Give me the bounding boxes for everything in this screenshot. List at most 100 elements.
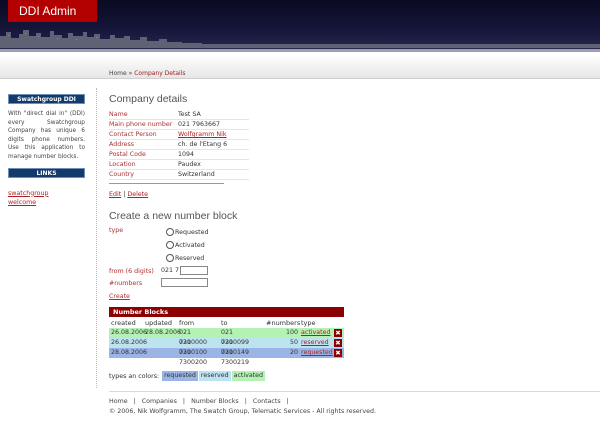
footer-separator: | bbox=[244, 398, 247, 405]
sidebar-description: With "direct dial in" (DDI) every Swatch… bbox=[8, 111, 85, 160]
cell-updated: 28.08.2006 bbox=[145, 329, 182, 336]
column-header: type bbox=[301, 319, 316, 327]
column-header: created bbox=[111, 319, 136, 327]
header-divider bbox=[0, 49, 600, 52]
detail-row-postal-code: Postal Code 1094 bbox=[109, 150, 249, 160]
app-logo[interactable]: DDI Admin bbox=[8, 0, 97, 22]
sidebar-link-swatchgroup[interactable]: swatchgroup bbox=[8, 190, 49, 197]
delete-icon[interactable]: ✖ bbox=[334, 329, 342, 337]
cell-from: 021 7300000 bbox=[179, 329, 208, 346]
links-title: LINKS bbox=[8, 167, 85, 178]
detail-value: 021 7963667 bbox=[178, 121, 221, 128]
detail-value: 1094 bbox=[178, 151, 195, 158]
sidebar: Swatchgroup DDI With "direct dial in" (D… bbox=[8, 94, 85, 207]
contact-person-link[interactable]: Wolfgramm Nik bbox=[178, 130, 227, 139]
radio-circle[interactable] bbox=[166, 254, 174, 262]
numbers-label: #numbers bbox=[109, 280, 143, 287]
number-blocks-title: Number Blocks bbox=[109, 307, 344, 317]
from-prefix: 021 7 bbox=[161, 267, 180, 274]
radio-circle[interactable] bbox=[166, 241, 174, 249]
delete-link[interactable]: Delete bbox=[127, 191, 148, 198]
radio-reserved[interactable]: Reserved bbox=[166, 254, 204, 262]
breadcrumb-separator: » bbox=[128, 70, 133, 77]
cell-created: 28.08.2006 bbox=[111, 349, 148, 356]
footer-link-companies[interactable]: Companies bbox=[142, 398, 177, 405]
column-header: to bbox=[221, 319, 228, 327]
legend-activated: activated bbox=[231, 371, 266, 381]
copyright-text: © 2006, Nik Wolfgramm, The Swatch Group,… bbox=[109, 408, 376, 415]
breadcrumb: Home » Company Details bbox=[109, 70, 186, 77]
detail-row-phone: Main phone number 021 7963667 bbox=[109, 120, 249, 130]
numbers-input[interactable] bbox=[161, 278, 208, 287]
footer-link-number-blocks[interactable]: Number Blocks bbox=[191, 398, 239, 405]
footer-separator: | bbox=[133, 398, 136, 405]
sidebar-link-welcome[interactable]: welcome bbox=[8, 199, 36, 206]
column-header: from bbox=[179, 319, 195, 327]
details-divider bbox=[109, 183, 224, 184]
column-header: updated bbox=[145, 319, 173, 327]
new-block-form: type Requested Activated Reserved from (… bbox=[109, 227, 349, 309]
table-row: 28.08.2006 021 7300200 021 7300219 20 re… bbox=[109, 348, 344, 366]
breadcrumb-current: Company Details bbox=[134, 70, 186, 77]
legend-label: types an colors: bbox=[109, 372, 160, 380]
detail-row-address: Address ch. de l'Etang 6 bbox=[109, 140, 249, 150]
legend-reserved: reserved bbox=[198, 371, 231, 381]
from-input[interactable] bbox=[180, 266, 208, 275]
new-block-heading: Create a new number block bbox=[109, 210, 238, 222]
delete-icon[interactable]: ✖ bbox=[334, 339, 342, 347]
from-label: from (6 digits) bbox=[109, 268, 154, 275]
radio-circle[interactable] bbox=[166, 228, 174, 236]
delete-icon[interactable]: ✖ bbox=[334, 349, 342, 357]
cell-to: 021 7300149 bbox=[221, 339, 250, 356]
cell-created: 26.08.2006 bbox=[111, 339, 148, 346]
cell-updated bbox=[145, 338, 179, 348]
detail-row-contact: Contact Person Wolfgramm Nik bbox=[109, 130, 249, 140]
cell-from: 021 7300200 bbox=[179, 349, 208, 366]
radio-requested[interactable]: Requested bbox=[166, 228, 208, 236]
edit-link[interactable]: Edit bbox=[109, 191, 121, 198]
radio-label: Reserved bbox=[175, 254, 205, 262]
cell-numbers: 100 bbox=[285, 329, 298, 336]
company-details-list: Name Test SA Main phone number 021 79636… bbox=[109, 110, 249, 180]
cell-numbers: 20 bbox=[289, 349, 298, 356]
cell-created: 26.08.2006 bbox=[111, 329, 148, 336]
detail-label: Postal Code bbox=[109, 151, 146, 158]
detail-value: Test SA bbox=[178, 111, 201, 118]
main-content: Company details Name Test SA Main phone … bbox=[109, 93, 349, 309]
footer-separator: | bbox=[286, 398, 289, 405]
detail-label: Address bbox=[109, 141, 135, 148]
breadcrumb-bar: Home » Company Details bbox=[0, 55, 600, 79]
breadcrumb-home-link[interactable]: Home bbox=[109, 70, 127, 77]
table-header-row: created updated from to #numbers type bbox=[109, 317, 344, 328]
legend-requested: requested bbox=[162, 371, 198, 381]
sidebar-divider bbox=[96, 88, 97, 388]
detail-row-country: Country Switzerland bbox=[109, 170, 249, 180]
cell-to: 021 7300099 bbox=[221, 329, 250, 346]
radio-activated[interactable]: Activated bbox=[166, 241, 205, 249]
detail-value: ch. de l'Etang 6 bbox=[178, 141, 228, 148]
cell-type-link[interactable]: reserved bbox=[300, 338, 334, 348]
detail-label: Contact Person bbox=[109, 131, 157, 138]
cell-updated bbox=[145, 348, 179, 358]
detail-label: Name bbox=[109, 111, 128, 118]
radio-label: Activated bbox=[175, 241, 205, 249]
column-header: #numbers bbox=[266, 319, 301, 327]
type-color-legend: types an colors: requested reserved acti… bbox=[109, 371, 266, 381]
number-blocks-table: Number Blocks created updated from to #n… bbox=[109, 307, 344, 366]
cell-to: 021 7300219 bbox=[221, 349, 250, 366]
footer-separator: | bbox=[182, 398, 186, 405]
create-link[interactable]: Create bbox=[109, 293, 130, 300]
company-details-heading: Company details bbox=[109, 93, 188, 105]
detail-label: Main phone number bbox=[109, 121, 173, 128]
detail-row-location: Location Paudex bbox=[109, 160, 249, 170]
city-skyline-graphic bbox=[0, 30, 600, 48]
cell-type-link[interactable]: requested bbox=[300, 348, 334, 358]
footer-nav: Home | Companies | Number Blocks | Conta… bbox=[109, 398, 293, 405]
cell-type-link[interactable]: activated bbox=[300, 328, 334, 338]
action-separator: | bbox=[123, 191, 126, 198]
footer-link-contacts[interactable]: Contacts bbox=[253, 398, 281, 405]
radio-label: Requested bbox=[175, 228, 209, 236]
detail-label: Country bbox=[109, 171, 135, 178]
detail-value: Switzerland bbox=[178, 171, 215, 178]
footer-link-home[interactable]: Home bbox=[109, 398, 128, 405]
